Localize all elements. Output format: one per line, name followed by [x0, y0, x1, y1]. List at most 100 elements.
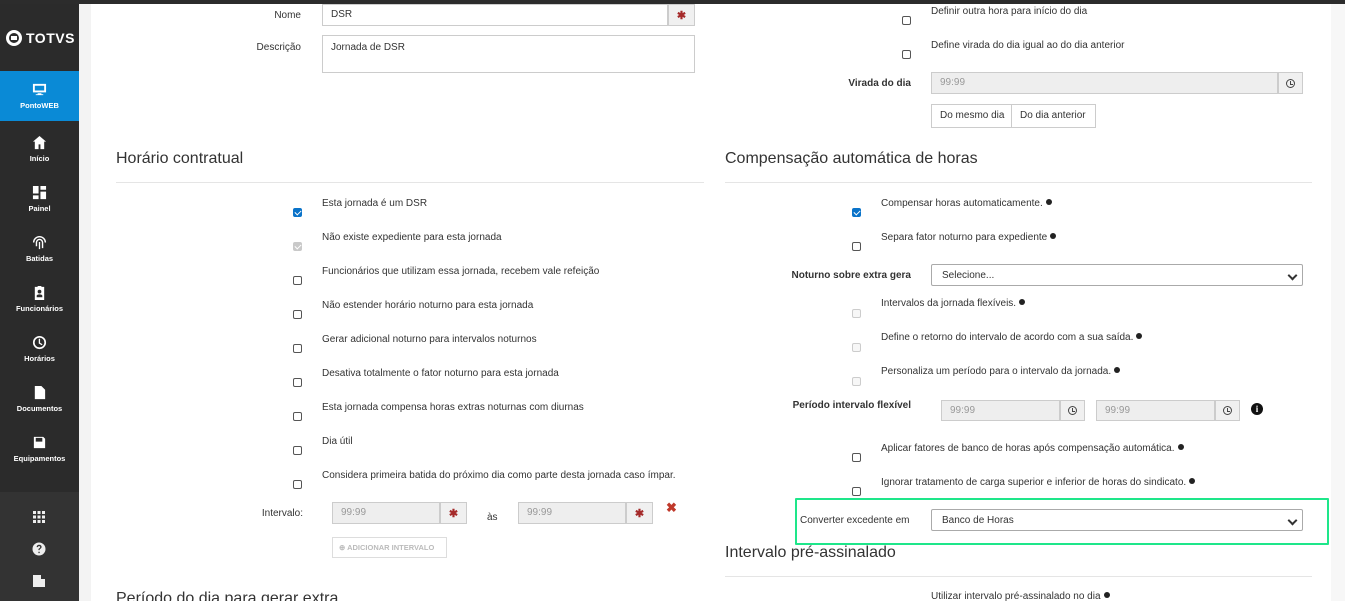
section-divider [725, 576, 1312, 577]
info-icon[interactable] [1103, 592, 1110, 599]
periodo-end-clock-button[interactable] [1215, 400, 1240, 421]
required-icon: ✱ [440, 502, 467, 524]
intervalo-label: Intervalo: [261, 508, 303, 519]
apps-grid-icon[interactable] [32, 510, 46, 524]
checkbox-personaliza-label: Personaliza um período para o intervalo … [881, 366, 1121, 377]
select-value: Banco de Horas [942, 515, 1014, 526]
checkbox-label: Não estender horário noturno para esta j… [322, 300, 534, 311]
monitor-icon [32, 82, 48, 96]
horario-contratual-title: Horário contratual [116, 150, 244, 167]
checkbox-virada-dia[interactable] [902, 50, 911, 59]
converter-excedente-select[interactable]: Banco de Horas [931, 509, 1303, 531]
checkbox-nao-estender-noturno[interactable] [293, 310, 302, 319]
info-icon[interactable] [1136, 333, 1143, 340]
checkbox-vale-refeicao[interactable] [293, 276, 302, 285]
intervalo-start-input[interactable]: 99:99 [332, 502, 440, 524]
checkbox-ignorar-carga[interactable] [852, 487, 861, 496]
help-icon[interactable] [32, 542, 46, 556]
compensacao-title: Compensação automática de horas [725, 150, 978, 167]
checkbox-label: Compensar horas automaticamente. [881, 198, 1043, 209]
checkbox-retorno-label: Define o retorno do intervalo de acordo … [881, 332, 1143, 343]
checkbox-label: Funcionários que utilizam essa jornada, … [322, 266, 600, 277]
sidebar-item-painel[interactable]: Painel [0, 174, 79, 224]
checkbox-label: Esta jornada é um DSR [322, 198, 428, 209]
sidebar-item-label: Documentos [16, 404, 63, 413]
checkbox-separa-fator[interactable] [852, 242, 861, 251]
adicionar-intervalo-label: ADICIONAR INTERVALO [347, 543, 435, 552]
checkbox-sem-expediente [293, 242, 302, 251]
sidebar-item-label: Painel [28, 204, 51, 213]
checkbox-aplicar-label: Aplicar fatores de banco de horas após c… [881, 443, 1184, 454]
clock-icon [32, 335, 48, 349]
sidebar: TOTVS PontoWEB Início Painel Batidas Fun… [0, 4, 79, 601]
sidebar-item-horarios[interactable]: Horários [0, 324, 79, 374]
sidebar-item-label: Início [29, 154, 50, 163]
periodo-start-clock-button[interactable] [1060, 400, 1085, 421]
checkbox-label: Desativa totalmente o fator noturno para… [322, 368, 559, 379]
badge-icon [32, 285, 48, 300]
info-icon[interactable] [1114, 367, 1121, 374]
checkbox-compensar-label: Compensar horas automaticamente. [881, 198, 1052, 209]
virada-dia-clock-button[interactable] [1278, 72, 1303, 94]
totvs-logo-text: TOTVS [26, 30, 75, 46]
sidebar-item-label: Funcionários [15, 304, 64, 313]
checkbox-label: Utilizar intervalo pré-assinalado no dia [931, 591, 1101, 601]
info-icon[interactable] [1019, 299, 1026, 306]
chevron-down-icon [1287, 270, 1298, 281]
checkbox-label: Dia útil [322, 436, 353, 447]
info-icon[interactable] [1050, 233, 1057, 240]
checkbox-label: Intervalos da jornada flexíveis. [881, 298, 1017, 309]
checkbox-adicional-noturno[interactable] [293, 344, 302, 353]
periodo-end-input[interactable]: 99:99 [1096, 400, 1215, 421]
checkbox-primeira-batida[interactable] [293, 480, 302, 489]
checkbox-outra-hora[interactable] [902, 16, 911, 25]
sidebar-item-funcionarios[interactable]: Funcionários [0, 274, 79, 324]
converter-excedente-label: Converter excedente em [800, 515, 910, 526]
checkbox-aplicar-fatores[interactable] [852, 453, 861, 462]
info-icon[interactable] [1189, 478, 1196, 485]
sidebar-bottom [0, 492, 79, 601]
checkbox-label: Separa fator noturno para expediente [881, 232, 1048, 243]
checkbox-label: Não existe expediente para esta jornada [322, 232, 502, 243]
sidebar-item-equipamentos[interactable]: Equipamentos [0, 424, 79, 474]
remove-intervalo-icon[interactable]: ✖ [666, 500, 677, 516]
checkbox-compensar-horas[interactable] [852, 208, 861, 217]
dashboard-icon [32, 185, 48, 199]
checkbox-label: Define o retorno do intervalo de acordo … [881, 332, 1134, 343]
checkbox-dia-util[interactable] [293, 446, 302, 455]
info-icon[interactable]: i [1251, 403, 1263, 415]
totvs-logo[interactable]: TOTVS [6, 28, 76, 48]
sidebar-item-batidas[interactable]: Batidas [0, 224, 79, 274]
sidebar-item-pontoweb[interactable]: PontoWEB [0, 71, 79, 121]
page-scrollbar[interactable] [1331, 4, 1345, 601]
info-icon[interactable] [1045, 199, 1052, 206]
info-icon[interactable] [1177, 444, 1184, 451]
adicionar-intervalo-button: ⊕ ADICIONAR INTERVALO [332, 537, 447, 558]
checkbox-utilizar-label: Utilizar intervalo pré-assinalado no dia [931, 591, 1110, 601]
checkbox-intervalos-flexiveis [852, 309, 861, 318]
descricao-textarea[interactable]: Jornada de DSR [322, 35, 695, 73]
checkbox-jornada-dsr[interactable] [293, 208, 302, 217]
checkbox-desativa-fator-noturno[interactable] [293, 378, 302, 387]
do-dia-anterior-button[interactable]: Do dia anterior [1011, 104, 1096, 128]
virada-dia-input[interactable]: 99:99 [931, 72, 1278, 94]
select-value: Selecione... [942, 270, 995, 281]
clock-icon [1223, 406, 1232, 415]
do-mesmo-dia-button[interactable]: Do mesmo dia [931, 104, 1012, 128]
sidebar-item-inicio[interactable]: Início [0, 124, 79, 174]
periodo-start-input[interactable]: 99:99 [941, 400, 1060, 421]
building-icon[interactable] [32, 574, 46, 588]
nome-label: Nome [274, 10, 301, 21]
nome-input[interactable]: DSR [322, 4, 668, 26]
noturno-extra-select[interactable]: Selecione... [931, 264, 1303, 286]
clock-icon [1286, 78, 1295, 88]
save-icon [32, 435, 48, 449]
intervalo-end-input[interactable]: 99:99 [518, 502, 626, 524]
checkbox-virada-dia-label: Define virada do dia igual ao do dia ant… [931, 40, 1125, 51]
sidebar-item-documentos[interactable]: Documentos [0, 374, 79, 424]
checkbox-compensa-noturnas[interactable] [293, 412, 302, 421]
checkbox-flexiveis-label: Intervalos da jornada flexíveis. [881, 298, 1026, 309]
left-gutter [79, 4, 91, 601]
checkbox-retorno-intervalo [852, 343, 861, 352]
virada-dia-label: Virada do dia [848, 78, 911, 89]
